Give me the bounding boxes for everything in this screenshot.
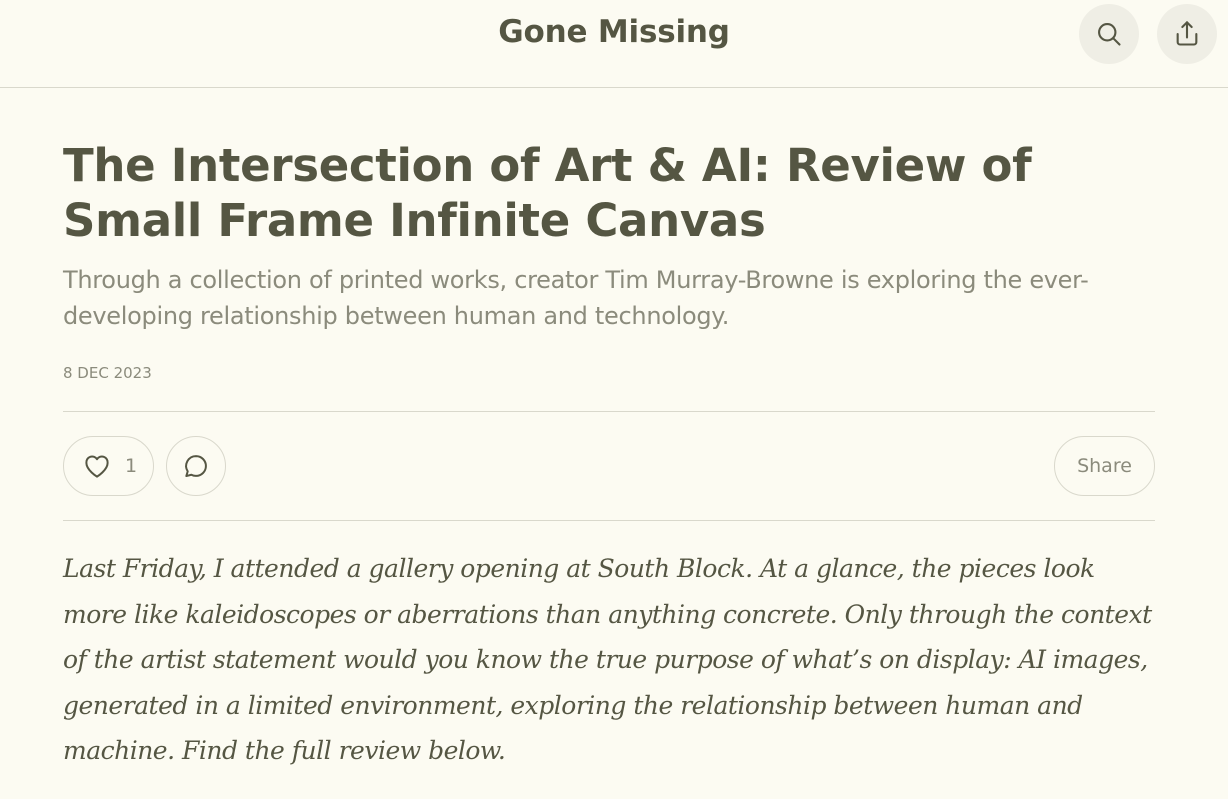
post-subtitle: Through a collection of printed works, c… bbox=[63, 266, 1089, 330]
comment-icon bbox=[185, 455, 207, 478]
post-date: 8 DEC 2023 bbox=[63, 364, 152, 382]
share-upload-icon bbox=[1176, 21, 1198, 46]
post-title: The Intersection of Art & AI: Review of … bbox=[63, 139, 1032, 247]
comment-button[interactable] bbox=[166, 436, 226, 496]
heart-icon bbox=[85, 455, 109, 478]
like-count: 1 bbox=[125, 455, 138, 477]
post-intro: Last Friday, I attended a gallery openin… bbox=[63, 554, 1152, 766]
top-bar: Gone Missing bbox=[0, 0, 1228, 88]
share-upload-button[interactable] bbox=[1157, 4, 1217, 64]
divider-bottom bbox=[63, 520, 1155, 521]
share-button[interactable]: Share bbox=[1054, 436, 1155, 496]
divider-top bbox=[63, 411, 1155, 412]
search-icon bbox=[1098, 23, 1121, 46]
site-title[interactable]: Gone Missing bbox=[0, 14, 1228, 50]
search-button[interactable] bbox=[1079, 4, 1139, 64]
like-button[interactable]: 1 bbox=[63, 436, 154, 496]
